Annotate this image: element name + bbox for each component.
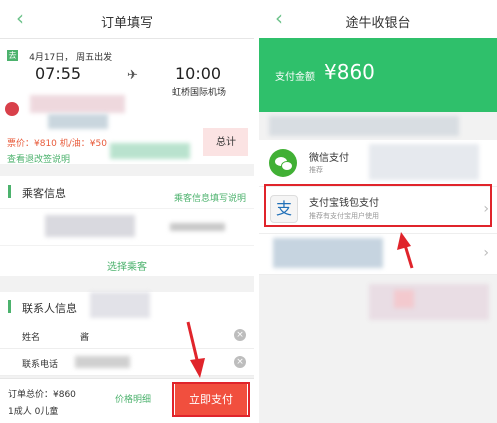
annotation-arrow-icon [397,232,414,269]
order-form-screen: ‹ 订单填写 去 4月17日， 周五出发 07:55 ✈ 10:00 虹桥国际机… [0,0,254,423]
annotation-arrow-icon [186,321,205,378]
cashier-screen: ‹ 途牛收银台 支付金额 ¥860 微信支付 推荐 支 支付宝钱包支付 推荐有支… [259,0,497,423]
